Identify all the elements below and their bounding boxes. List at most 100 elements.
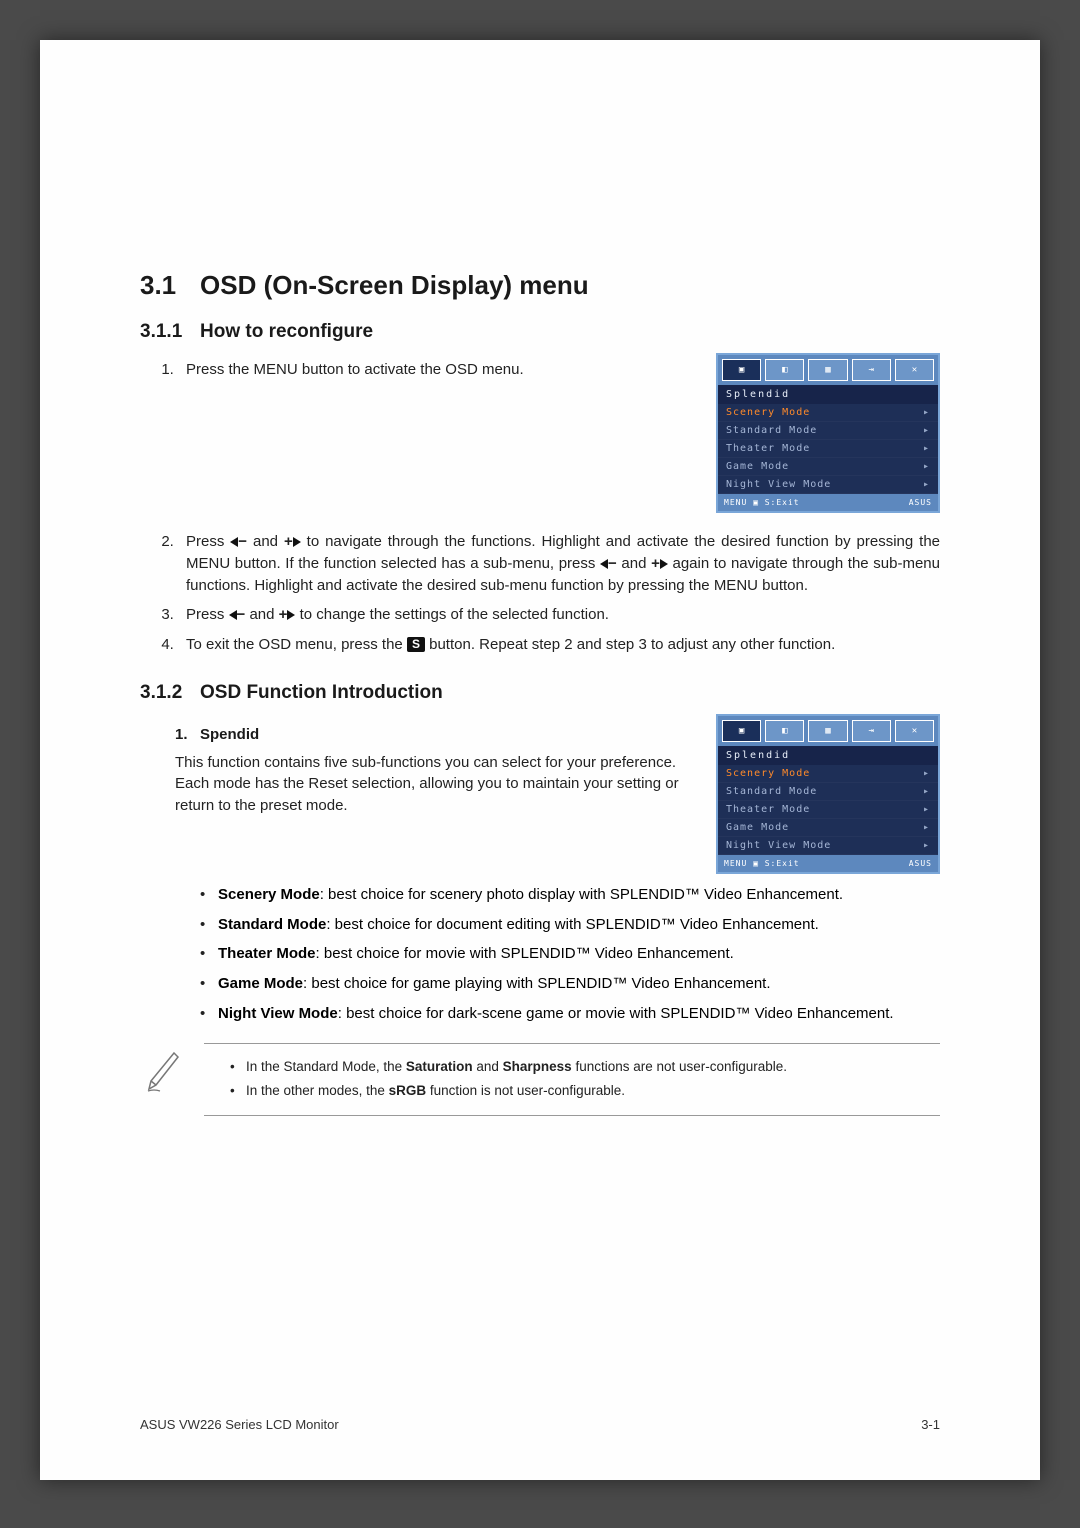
step-3: Press − and + to change the settings of … [178, 604, 940, 626]
step-2-part-a: Press [186, 533, 230, 550]
arrow-icon: ▸ [923, 786, 930, 797]
osd-item-game-label: Game Mode [726, 822, 789, 833]
subsection-311-title: How to reconfigure [200, 321, 373, 342]
osd-item-scenery-label: Scenery Mode [726, 768, 810, 779]
bullet-standard-rest: : best choice for document editing with … [326, 916, 819, 933]
step-1-text: Press the MENU button to activate the OS… [186, 361, 524, 378]
steps-continued: Press − and + to navigate through the fu… [140, 531, 940, 656]
osd-menu-heading: Splendid [718, 746, 938, 765]
osd-screenshot-2: ▣ ◧ ▦ ⇥ ✕ Splendid Scenery Mode▸ Standar… [716, 714, 940, 874]
step-4: To exit the OSD menu, press the S button… [178, 634, 940, 656]
bullet-game-bold: Game Mode [218, 975, 303, 992]
pencil-note-icon [140, 1043, 186, 1095]
note-box: In the Standard Mode, the Saturation and… [140, 1043, 940, 1117]
osd-tab-image-icon: ◧ [765, 720, 804, 742]
step-2: Press − and + to navigate through the fu… [178, 531, 940, 596]
step-1: Press the MENU button to activate the OS… [178, 359, 696, 381]
bullet-standard: Standard Mode: best choice for document … [200, 914, 940, 936]
osd-item-night-label: Night View Mode [726, 840, 831, 851]
arrow-icon: ▸ [923, 768, 930, 779]
step-3-part-b: and [245, 606, 278, 623]
osd-tab-splendid-icon: ▣ [722, 359, 761, 381]
osd-tab-input-icon: ⇥ [852, 359, 891, 381]
mode-bullet-list: Scenery Mode: best choice for scenery ph… [140, 884, 940, 1025]
osd-body: Splendid Scenery Mode▸ Standard Mode▸ Th… [718, 385, 938, 494]
osd-item-scenery: Scenery Mode ▸ [718, 404, 938, 422]
step-2-part-b: and [247, 533, 284, 550]
osd-item-scenery: Scenery Mode ▸ [718, 765, 938, 783]
osd-item-theater-label: Theater Mode [726, 804, 810, 815]
osd-item-standard: Standard Mode ▸ [718, 783, 938, 801]
spendid-paragraph: This function contains five sub-function… [175, 752, 696, 817]
arrow-icon: ▸ [923, 822, 930, 833]
note1-b: Saturation [406, 1059, 473, 1074]
osd-item-game: Game Mode▸ [718, 458, 938, 476]
bullet-theater: Theater Mode: best choice for movie with… [200, 943, 940, 965]
arrow-icon: ▸ [923, 407, 930, 418]
note2-a: In the other modes, the [246, 1083, 389, 1098]
note1-e: functions are not user-configurable. [572, 1059, 787, 1074]
osd-item-night: Night View Mode▸ [718, 476, 938, 494]
note-line-1: In the Standard Mode, the Saturation and… [230, 1058, 936, 1077]
note2-c: function is not user-configurable. [426, 1083, 625, 1098]
subsection-311-number: 3.1.1 [140, 321, 200, 343]
top-margin-spacer [140, 100, 940, 270]
row-311: Press the MENU button to activate the OS… [140, 353, 940, 513]
osd-screenshot-1: ▣ ◧ ▦ ⇥ ✕ Splendid Scenery Mode▸ Standar… [716, 353, 940, 513]
footer-product: ASUS VW226 Series LCD Monitor [140, 1417, 339, 1432]
bullet-game: Game Mode: best choice for game playing … [200, 973, 940, 995]
osd-tab-color-icon: ▦ [808, 720, 847, 742]
plus-symbol: + [279, 606, 288, 623]
subsection-312-number: 3.1.2 [140, 682, 200, 704]
osd-footer-left: MENU ▣ S:Exit [724, 859, 800, 868]
bullet-theater-rest: : best choice for movie with SPLENDID™ V… [316, 945, 734, 962]
note1-d: Sharpness [503, 1059, 572, 1074]
osd-item-night-label: Night View Mode [726, 479, 831, 490]
footer-page-number: 3-1 [921, 1417, 940, 1432]
osd-item-theater: Theater Mode ▸ [718, 801, 938, 819]
note2-b: sRGB [389, 1083, 427, 1098]
bullet-scenery-bold: Scenery Mode [218, 886, 320, 903]
arrow-icon: ▸ [923, 425, 930, 436]
plus-symbol: + [284, 533, 293, 550]
osd-body: Splendid Scenery Mode ▸ Standard Mode ▸ Th… [718, 746, 938, 855]
plus-symbol: + [651, 555, 660, 572]
note1-c: and [473, 1059, 503, 1074]
step-4-part-a: To exit the OSD menu, press the [186, 636, 407, 653]
osd-tab-system-icon: ✕ [895, 359, 934, 381]
osd-tabbar: ▣ ◧ ▦ ⇥ ✕ [718, 355, 938, 385]
step-3-part-c: to change the settings of the selected f… [295, 606, 609, 623]
spendid-heading: 1. Spendid [175, 724, 696, 746]
osd-footer: MENU ▣ S:Exit ASUS [718, 855, 938, 872]
left-arrow-icon [600, 559, 608, 569]
left-arrow-icon [229, 610, 237, 620]
step-3-part-a: Press [186, 606, 229, 623]
minus-symbol: − [238, 533, 247, 550]
osd-footer: MENU ▣ S:Exit ASUS [718, 494, 938, 511]
arrow-icon: ▸ [923, 443, 930, 454]
osd-tab-input-icon: ⇥ [852, 720, 891, 742]
arrow-icon: ▸ [923, 804, 930, 815]
steps-col: Press the MENU button to activate the OS… [140, 353, 696, 389]
step-2-part-d: and [617, 555, 651, 572]
step-list-1: Press the MENU button to activate the OS… [140, 359, 696, 381]
row-312: 1. Spendid This function contains five s… [140, 714, 940, 874]
bullet-night: Night View Mode: best choice for dark-sc… [200, 1003, 940, 1025]
osd-tab-splendid-icon: ▣ [722, 720, 761, 742]
osd-item-theater: Theater Mode ▸ [718, 440, 938, 458]
osd-tab-color-icon: ▦ [808, 359, 847, 381]
section-number: 3.1 [140, 270, 200, 301]
page-footer: ASUS VW226 Series LCD Monitor 3-1 [140, 1417, 940, 1432]
document-page: 3.1OSD (On-Screen Display) menu 3.1.1How… [40, 40, 1040, 1480]
section-title: 3.1OSD (On-Screen Display) menu [140, 270, 940, 301]
osd-item-standard-label: Standard Mode [726, 786, 817, 797]
subsection-311-heading: 3.1.1How to reconfigure [140, 321, 940, 343]
bullet-night-rest: : best choice for dark-scene game or mov… [338, 1005, 894, 1022]
step-list-2: Press − and + to navigate through the fu… [140, 531, 940, 656]
minus-symbol: − [237, 606, 246, 623]
subsection-312-title: OSD Function Introduction [200, 682, 443, 703]
osd-item-theater-label: Theater Mode [726, 443, 810, 454]
arrow-icon: ▸ [923, 461, 930, 472]
bullet-standard-bold: Standard Mode [218, 916, 326, 933]
osd-item-scenery-label: Scenery Mode [726, 407, 810, 418]
